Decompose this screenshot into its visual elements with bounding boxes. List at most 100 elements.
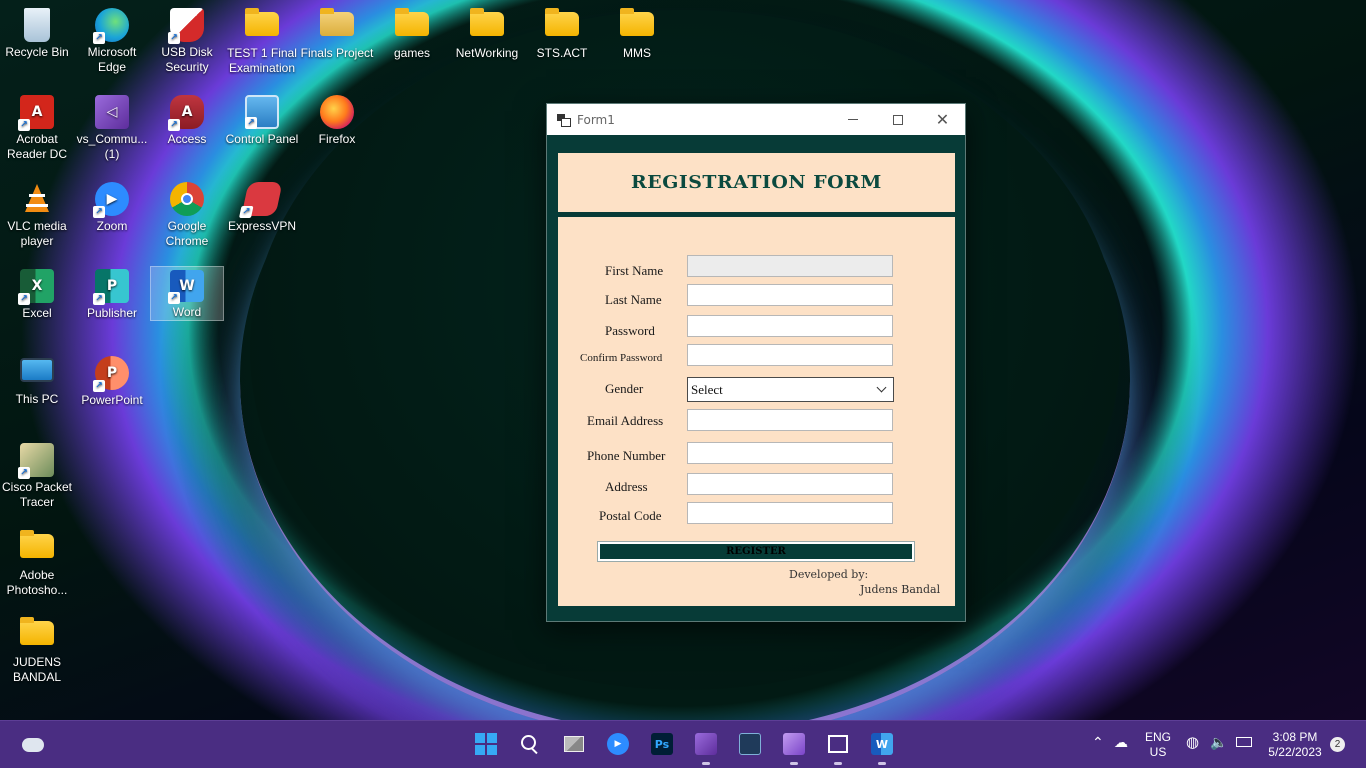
title-bar[interactable]: Form1 ✕ [547, 104, 965, 135]
maximize-button[interactable] [875, 104, 920, 135]
first-name-input[interactable] [687, 255, 893, 277]
desktop-icon-finals-project[interactable]: Finals Project [300, 2, 374, 86]
gender-selected-value: Select [691, 381, 723, 397]
desktop-icon-label: USB Disk Security [161, 45, 213, 74]
search-button[interactable] [515, 729, 545, 759]
desktop-icon-label: Finals Project [300, 46, 374, 60]
running-indicator [878, 762, 886, 765]
desktop-icon-sts-act[interactable]: STS.ACT [525, 2, 599, 86]
network-icon[interactable]: ◍ [1186, 735, 1199, 750]
task-view-icon [564, 736, 584, 752]
cloud-icon [22, 738, 44, 752]
phone-input[interactable] [687, 442, 893, 464]
taskbar-packet-tracer[interactable] [735, 729, 765, 759]
desktop-icon-label: TEST 1 Final Examination [227, 46, 297, 75]
close-button[interactable]: ✕ [920, 104, 965, 135]
desktop-icon-games[interactable]: games [375, 2, 449, 86]
taskbar-zoom[interactable]: ▶ [603, 729, 633, 759]
running-indicator [790, 762, 798, 765]
volume-icon[interactable]: 🔈 [1210, 735, 1227, 750]
running-indicator [834, 762, 842, 765]
zoom-icon: ▶ [607, 733, 629, 755]
desktop-icon-word[interactable]: W ↗ Word [150, 266, 224, 321]
first-name-label: First Name [605, 263, 664, 278]
desktop-icon-excel[interactable]: X ↗ Excel [0, 263, 74, 347]
desktop-icon-publisher[interactable]: P ↗ Publisher [75, 263, 149, 347]
minimize-icon [847, 119, 858, 120]
publisher-icon: P ↗ [93, 269, 129, 305]
desktop-icon-firefox[interactable]: Firefox [300, 89, 374, 173]
task-view-button[interactable] [559, 729, 589, 759]
desktop-icon-label: PowerPoint [81, 393, 143, 407]
password-input[interactable] [687, 315, 893, 337]
desktop-icon-access[interactable]: A ↗ Access [150, 89, 224, 173]
postal-code-label: Postal Code [599, 508, 662, 523]
phone-label: Phone Number [587, 448, 666, 463]
edge-icon: ↗ [93, 8, 129, 44]
taskbar-photoshop[interactable]: Ps [647, 729, 677, 759]
postal-code-input[interactable] [687, 502, 893, 524]
last-name-input[interactable] [687, 284, 893, 306]
excel-icon: X ↗ [18, 269, 54, 305]
confirm-password-label: Confirm Password [580, 352, 663, 364]
battery-icon[interactable] [1236, 737, 1252, 747]
gender-label: Gender [605, 381, 644, 396]
weather-widget[interactable] [18, 730, 48, 760]
taskbar-visual-studio[interactable] [779, 729, 809, 765]
clock[interactable]: 3:08 PM 5/22/2023 [1262, 730, 1328, 760]
desktop-icon-mms[interactable]: MMS [600, 2, 674, 86]
start-button[interactable] [471, 729, 501, 759]
address-input[interactable] [687, 473, 893, 495]
desktop-icon-cisco[interactable]: ↗ Cisco Packet Tracer [0, 437, 74, 521]
desktop-icon-powerpoint[interactable]: P ↗ PowerPoint [75, 350, 149, 434]
desktop-icon-usb-disk-security[interactable]: ↗ USB Disk Security [150, 2, 224, 86]
desktop-icon-networking[interactable]: NetWorking [450, 2, 524, 86]
desktop-icon-test1[interactable]: TEST 1 Final Examination [225, 2, 299, 86]
desktop-icon-vs-community[interactable]: ◁ vs_Commu... (1) [75, 89, 149, 173]
folder-icon [545, 8, 579, 36]
folder-icon [20, 530, 54, 558]
desktop-icon-edge[interactable]: ↗ Microsoft Edge [75, 2, 149, 86]
region-code: US [1149, 745, 1167, 759]
chevron-up-icon[interactable]: ⌃ [1092, 735, 1104, 750]
desktop-icon-expressvpn[interactable]: ↗ ExpressVPN [225, 176, 299, 260]
folder-icon [245, 8, 279, 36]
taskbar-form-app[interactable] [823, 729, 853, 765]
language-code: ENG [1144, 730, 1171, 744]
zoom-icon: ▶ ↗ [93, 182, 129, 218]
notification-badge[interactable]: 2 [1330, 737, 1345, 752]
firefox-icon [320, 95, 354, 129]
register-button[interactable]: REGISTER [597, 541, 915, 562]
chevron-down-icon [876, 382, 887, 393]
close-icon: ✕ [935, 110, 950, 129]
confirm-password-input[interactable] [687, 344, 893, 366]
desktop-icon-photoshop-folder[interactable]: Adobe Photosho... [0, 524, 74, 608]
taskbar-vs-installer[interactable] [691, 729, 721, 765]
desktop-icon-chrome[interactable]: Google Chrome [150, 176, 224, 260]
form-panel: First Name Last Name Password Confirm Pa… [558, 217, 955, 606]
cisco-packet-tracer-icon: ↗ [18, 443, 54, 479]
desktop-icon-judens[interactable]: JUDENS BANDAL [0, 611, 74, 695]
language-indicator[interactable]: ENG US [1141, 730, 1175, 760]
folder-icon [20, 617, 54, 645]
desktop-icon-zoom[interactable]: ▶ ↗ Zoom [75, 176, 149, 260]
desktop-icon-label: Access [167, 132, 207, 146]
minimize-button[interactable] [830, 104, 875, 135]
desktop-icon-this-pc[interactable]: This PC [0, 350, 74, 434]
email-input[interactable] [687, 409, 893, 431]
desktop-icon-control-panel[interactable]: ↗ Control Panel [225, 89, 299, 173]
desktop-icon-label: Control Panel [225, 132, 299, 146]
onedrive-icon[interactable]: ☁ [1114, 735, 1128, 750]
desktop-icon-label: Firefox [318, 132, 356, 146]
recycle-bin-icon [24, 8, 50, 42]
word-icon: W [871, 733, 893, 755]
desktop-icon-vlc[interactable]: VLC media player [0, 176, 74, 260]
taskbar-word[interactable]: W [867, 729, 897, 765]
desktop-icon-acrobat[interactable]: A ↗ Acrobat Reader DC [0, 89, 74, 173]
photoshop-icon: Ps [651, 733, 673, 755]
packet-tracer-icon [739, 733, 761, 755]
desktop-icon-label: Excel [22, 306, 52, 320]
gender-select[interactable]: Select [687, 377, 894, 402]
desktop-icon-recycle-bin[interactable]: Recycle Bin [0, 2, 74, 86]
visual-studio-installer-icon: ◁ [95, 95, 129, 129]
